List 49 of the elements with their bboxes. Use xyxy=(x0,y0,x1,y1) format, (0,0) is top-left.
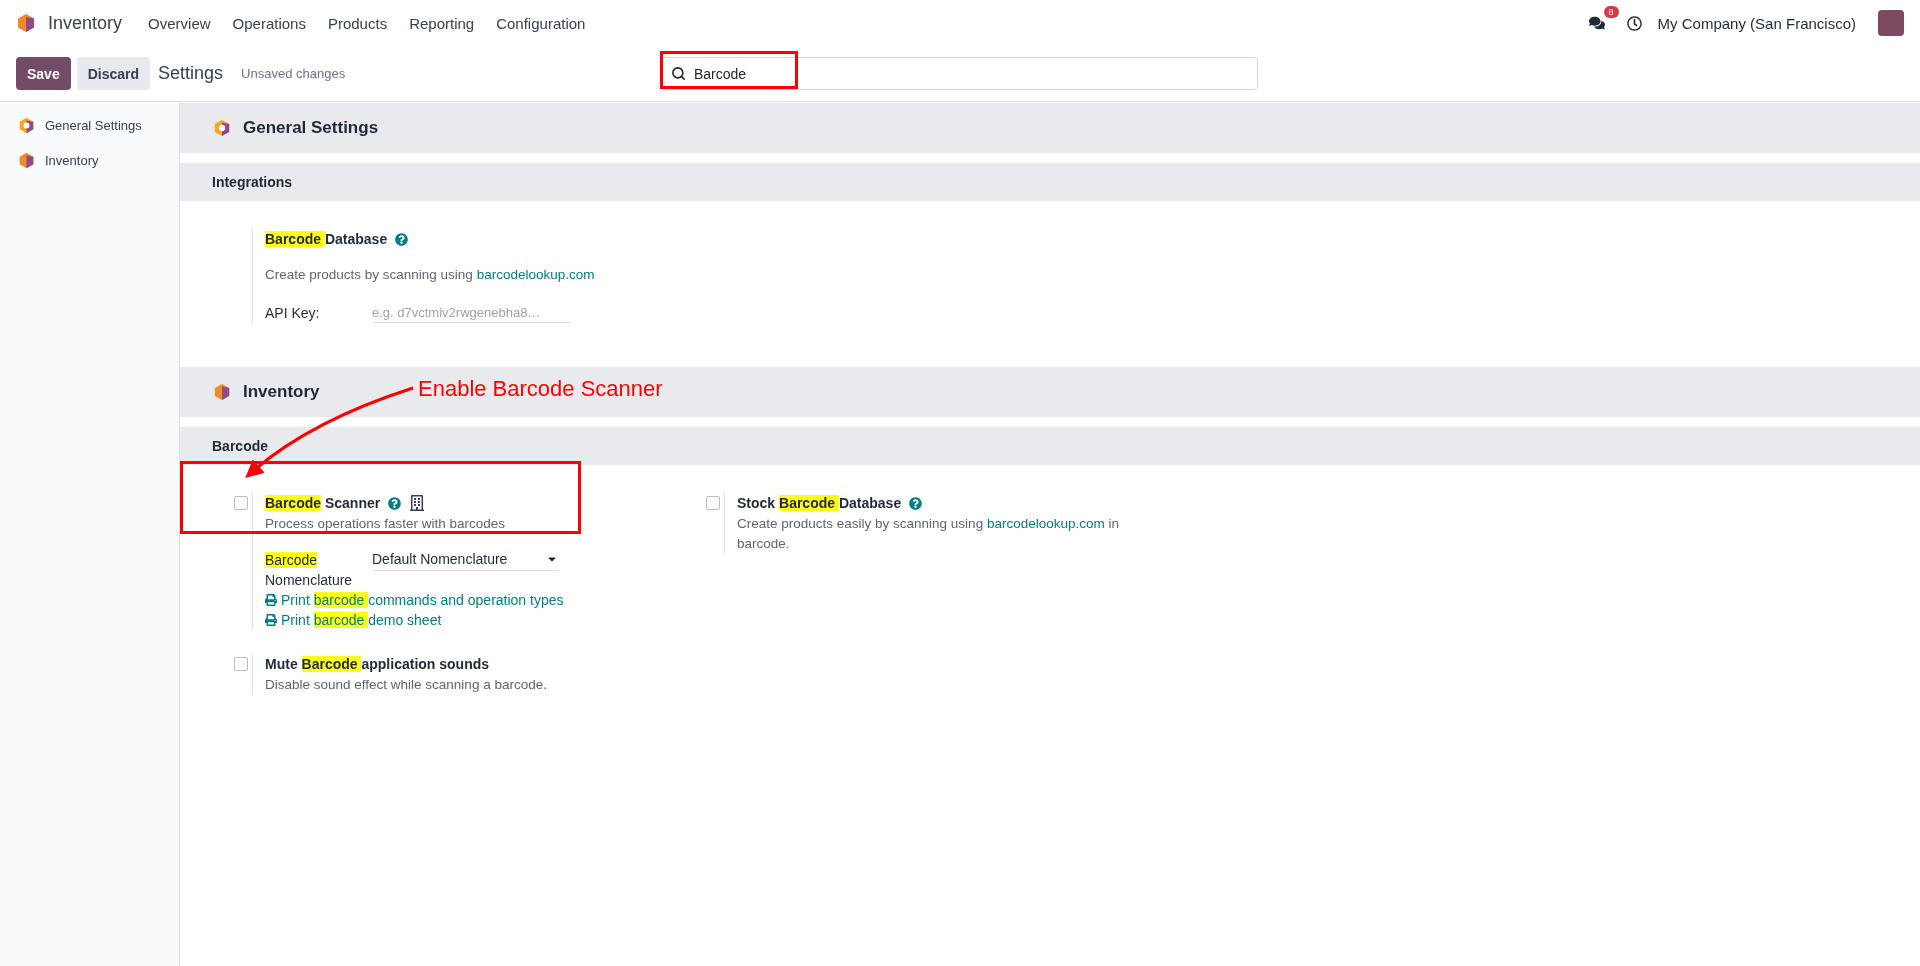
sidebar-item[interactable]: Inventory xyxy=(0,143,179,178)
app-logo xyxy=(16,13,36,33)
link[interactable]: barcodelookup.com xyxy=(986,516,1105,531)
sidebar-item[interactable]: General Settings xyxy=(0,108,179,143)
menu-item[interactable]: Operations xyxy=(232,14,306,32)
setting-description: Create products easily by scanning using barcodelookup.com in barcode. xyxy=(737,515,1120,553)
printer-icon xyxy=(265,614,277,626)
app-icon xyxy=(213,383,231,401)
section-header: General Settings xyxy=(180,103,1920,153)
help-icon[interactable] xyxy=(909,496,923,510)
menu-item[interactable]: Reporting xyxy=(409,14,475,32)
page-title: Settings xyxy=(158,63,224,84)
help-icon[interactable] xyxy=(388,496,402,510)
menu-item[interactable]: Configuration xyxy=(496,14,586,32)
menu-item[interactable]: Overview xyxy=(148,14,211,32)
link[interactable]: barcodelookup.com xyxy=(476,267,595,282)
save-button[interactable]: Save xyxy=(16,57,71,90)
checkbox[interactable] xyxy=(706,496,720,510)
setting-description: Create products by scanning using barcodelookup.com xyxy=(265,266,596,284)
group-header: Integrations xyxy=(180,163,1920,201)
group-header: Barcode xyxy=(180,427,1920,465)
menu-item[interactable]: Products xyxy=(327,14,388,32)
search-icon xyxy=(671,66,686,81)
clock-icon[interactable] xyxy=(1626,15,1642,31)
chat-icon[interactable] xyxy=(1588,15,1605,31)
field-label: Barcode Nomenclature xyxy=(265,551,353,590)
setting-description: Process operations faster with barcodes xyxy=(265,515,507,533)
discard-button[interactable]: Discard xyxy=(76,57,151,90)
field-label: API Key: xyxy=(265,304,321,323)
checkbox[interactable] xyxy=(234,496,248,510)
app-icon xyxy=(18,117,35,134)
print-link[interactable]: Print barcode commands and operation types xyxy=(265,590,694,610)
dropdown[interactable]: Default Nomenclature xyxy=(372,550,558,571)
message-count-badge: 8 xyxy=(1603,6,1619,18)
app-icon xyxy=(213,119,231,137)
setting-title: Barcode Database xyxy=(265,230,388,249)
app-icon xyxy=(18,152,35,169)
setting-title: Barcode Scanner xyxy=(265,494,381,513)
checkbox[interactable] xyxy=(234,657,248,671)
app-name[interactable]: Inventory xyxy=(48,12,123,34)
setting-title: Mute Barcode application sounds xyxy=(265,655,490,674)
company-name[interactable]: My Company (San Francisco) xyxy=(1657,14,1856,32)
annotation-text: Enable Barcode Scanner xyxy=(418,376,663,402)
printer-icon xyxy=(265,594,277,606)
help-icon[interactable] xyxy=(395,232,409,246)
status-text: Unsaved changes xyxy=(241,66,346,81)
print-link[interactable]: Print barcode demo sheet xyxy=(265,610,694,630)
setting-title: Stock Barcode Database xyxy=(737,494,902,513)
setting-description: Disable sound effect while scanning a barcode. xyxy=(265,676,548,694)
